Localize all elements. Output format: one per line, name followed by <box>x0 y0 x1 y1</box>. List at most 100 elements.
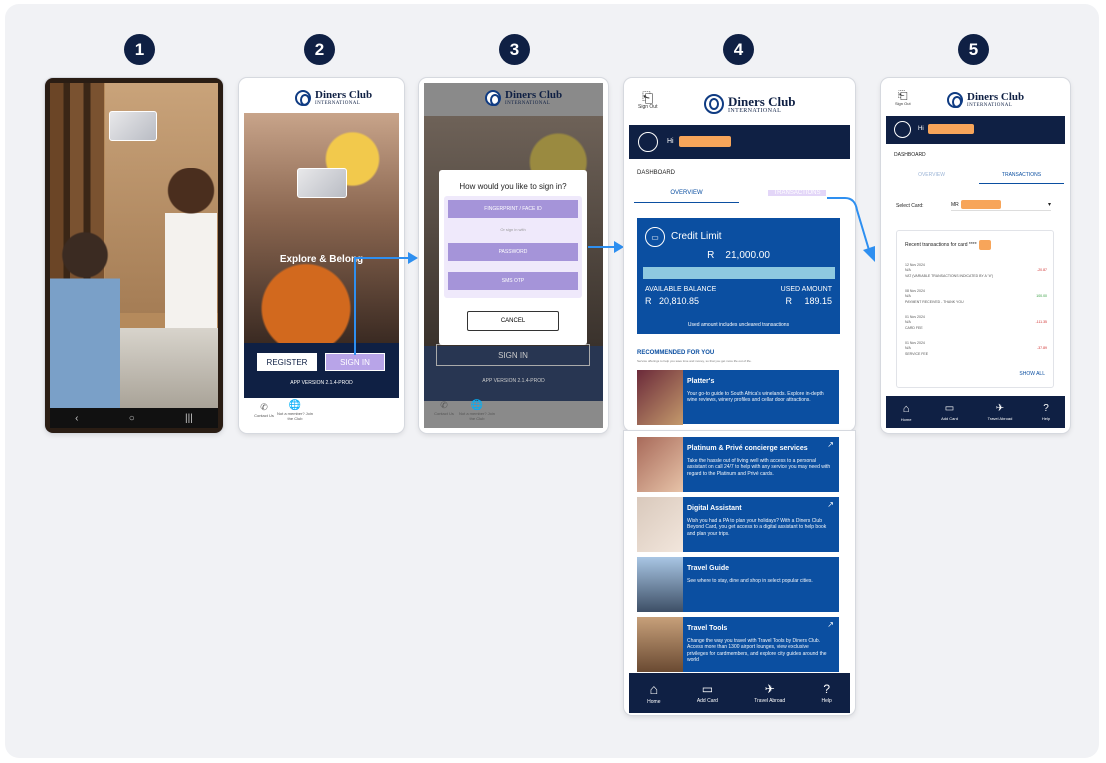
sign-out-label: Sign Out <box>895 101 911 106</box>
person-left <box>50 228 120 408</box>
avatar-icon <box>638 132 658 152</box>
recommended-subtitle: Service offerings to help you save time … <box>637 359 752 363</box>
rec-title: Travel Guide <box>687 565 730 572</box>
rec-title: Digital Assistant <box>687 505 742 512</box>
rec-card-platters[interactable]: Platter's Your go-to guide to South Afri… <box>637 370 839 425</box>
show-all-link[interactable]: SHOW ALL <box>1019 371 1045 377</box>
select-card-dropdown[interactable]: MR ▾ <box>951 199 1051 211</box>
nav-home[interactable]: ⌂ Home <box>647 681 660 705</box>
usage-bar <box>643 267 835 279</box>
select-card-value: MR <box>951 201 959 208</box>
contact-us-link[interactable]: ✆ Contact Us <box>429 400 459 416</box>
step-badge-3: 3 <box>499 34 530 65</box>
txn-desc: SERVICE FEE <box>905 351 929 356</box>
cancel-button[interactable]: CANCEL <box>467 311 559 331</box>
step-badge-1: 1 <box>124 34 155 65</box>
rec-photo <box>637 497 683 552</box>
rec-title: Travel Tools <box>687 625 728 632</box>
tab-transactions[interactable]: TRANSACTIONS <box>768 190 826 196</box>
card-number-redaction <box>978 240 991 250</box>
bottom-nav: ⌂ Home ▭ Add Card ✈ Travel Abroad ? Help <box>886 396 1065 428</box>
rec-photo <box>637 557 683 612</box>
nav-label: Travel Abroad <box>987 416 1013 421</box>
dashboard-title: DASHBOARD <box>894 152 926 158</box>
brand-name: Diners Club <box>505 89 563 101</box>
nav-add-card[interactable]: ▭ Add Card <box>697 682 718 704</box>
arrow-out-icon: ↗ <box>827 500 834 509</box>
txn-amount: -111.35 <box>1035 320 1047 324</box>
join-club-link[interactable]: 🌐 Not a member? Join the Club <box>457 400 497 421</box>
card-image <box>109 111 157 141</box>
nav-help[interactable]: ? Help <box>822 682 832 704</box>
nav-label: Add Card <box>696 698 718 704</box>
help-bubble-icon: ? <box>823 682 830 696</box>
card-image <box>297 168 347 198</box>
txn-row[interactable]: 01 Nov 2024 N/A CARD FEE -111.35 <box>905 315 1047 331</box>
screen-4-dashboard: ⎗ Sign Out Diners Club INTERNATIONAL Hi D… <box>624 78 855 431</box>
recents-icon[interactable]: ||| <box>185 413 193 424</box>
brand-name: Diners Club <box>967 91 1025 103</box>
contact-label: Contact Us <box>434 411 454 416</box>
app-version: APP VERSION 2.1.4-PROD <box>290 380 353 386</box>
fingerprint-option[interactable]: FINGERPRINT / FACE ID <box>448 200 578 218</box>
brand-sub: INTERNATIONAL <box>967 103 1013 108</box>
back-icon[interactable]: ‹ <box>75 413 78 424</box>
diners-logo-icon <box>704 94 724 114</box>
credit-limit-value: R 21,000.00 <box>707 250 770 261</box>
register-button[interactable]: REGISTER <box>257 353 317 371</box>
rec-card-concierge[interactable]: ↗ Platinum & Privé concierge services Ta… <box>637 437 839 492</box>
brand-name: Diners Club <box>315 89 373 101</box>
nav-help[interactable]: ? Help <box>1042 403 1050 421</box>
rec-card-travel-guide[interactable]: Travel Guide See where to stay, dine and… <box>637 557 839 612</box>
sign-out-button[interactable]: ⎗ Sign Out <box>895 89 911 106</box>
bottom-nav: ⌂ Home ▭ Add Card ✈ Travel Abroad ? Help <box>629 673 850 713</box>
or-divider: Or sign in with <box>500 227 526 232</box>
brand-logo: Diners Club INTERNATIONAL <box>485 90 562 106</box>
rec-card-digital-assistant[interactable]: ↗ Digital Assistant Wish you had a PA to… <box>637 497 839 552</box>
greeting: Hi <box>918 126 924 132</box>
txn-row[interactable]: 08 Nov 2024 N/A PAYMENT RECEIVED - THANK… <box>905 289 1047 305</box>
sign-in-button-dim[interactable]: SIGN IN <box>436 344 590 366</box>
sign-out-button[interactable]: ⎗ Sign Out <box>638 90 657 110</box>
nav-travel-abroad[interactable]: ✈ Travel Abroad <box>988 403 1013 421</box>
rec-photo <box>637 617 683 672</box>
txn-row[interactable]: 01 Nov 2024 N/A SERVICE FEE -37.89 <box>905 341 1047 357</box>
dashboard-title: DASHBOARD <box>637 170 676 176</box>
globe-icon: 🌐 <box>288 400 302 411</box>
step-badge-5: 5 <box>958 34 989 65</box>
screen-4-continued: ↗ Platinum & Privé concierge services Ta… <box>624 431 855 715</box>
sign-out-label: Sign Out <box>638 104 658 110</box>
txn-desc: CARD FEE <box>905 325 923 330</box>
nav-travel-abroad[interactable]: ✈ Travel Abroad <box>754 682 785 704</box>
nav-home[interactable]: ⌂ Home <box>901 403 912 422</box>
step-badge-2: 2 <box>304 34 335 65</box>
brand-logo: Diners Club INTERNATIONAL <box>704 94 796 114</box>
password-option[interactable]: PASSWORD <box>448 243 578 261</box>
brand-name: Diners Club <box>728 93 796 109</box>
tab-transactions[interactable]: TRANSACTIONS <box>979 172 1064 184</box>
brand-sub: INTERNATIONAL <box>505 101 551 106</box>
plane-icon: ✈ <box>995 403 1005 414</box>
nav-label: Add Card <box>941 416 958 421</box>
card-icon: ▭ <box>701 682 714 696</box>
signin-dialog: How would you like to sign in? FINGERPRI… <box>439 170 587 345</box>
home-circle-icon[interactable]: ○ <box>129 413 135 424</box>
plane-icon: ✈ <box>764 682 775 696</box>
credit-limit-card: ▭ Credit Limit R 21,000.00 AVAILABLE BAL… <box>637 218 840 334</box>
arrow-out-icon: ↗ <box>827 440 834 449</box>
avatar-icon <box>894 121 911 138</box>
member-label: Not a member? Join the Club <box>458 411 495 421</box>
txn-row[interactable]: 12 Nov 2024 N/A VAT (VARIABLE TRANSACTIO… <box>905 263 1047 279</box>
txn-desc: VAT (VARIABLE TRANSACTIONS INDICATED BY … <box>905 273 994 278</box>
rec-desc: Your go-to guide to South Africa's winel… <box>687 391 824 404</box>
nav-add-card[interactable]: ▭ Add Card <box>941 403 958 421</box>
nav-label: Help <box>1041 416 1051 421</box>
nav-label: Help <box>821 698 832 704</box>
join-club-link[interactable]: 🌐 Not a member? Join the Club <box>275 400 315 421</box>
tab-overview[interactable]: OVERVIEW <box>634 190 739 203</box>
available-value: R 20,810.85 <box>645 296 700 306</box>
name-redaction <box>928 124 974 134</box>
tab-overview[interactable]: OVERVIEW <box>894 172 969 178</box>
rec-card-travel-tools[interactable]: ↗ Travel Tools Change the way you travel… <box>637 617 839 672</box>
sms-otp-option[interactable]: SMS OTP <box>448 272 578 290</box>
